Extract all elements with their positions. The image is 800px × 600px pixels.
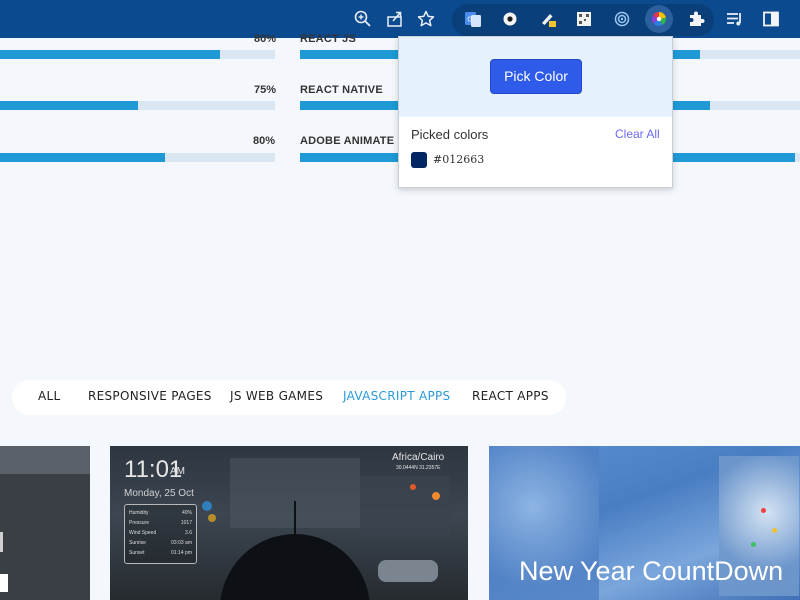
umbrella [220,534,370,600]
picked-color-swatch[interactable] [411,152,427,168]
skill-name: REACT NATIVE [300,84,383,96]
skill-bar-fill [0,50,220,59]
weather-coordinates: 30.0444N 31.2357E [396,465,441,471]
background-building [360,476,450,536]
filter-all[interactable]: ALL [38,389,60,403]
skill-name: REACT JS [300,33,356,45]
stat-label: Sunset [129,550,145,556]
tree-light [761,508,766,513]
stat-value: 03:03 am [171,540,192,546]
weather-stats-panel: Humidity 40% Pressure 1017 Wind Speed 3.6 S… [124,504,197,564]
reading-list-icon[interactable] [724,9,744,29]
stat-label: Pressure [129,520,150,526]
highlighter-extension-icon[interactable] [538,9,558,29]
skill-bar-track [0,101,275,110]
extensions-puzzle-icon[interactable] [686,9,706,29]
project-card-dark[interactable] [0,446,90,600]
project-card-new-year-countdown[interactable]: New Year CountDown [489,446,800,600]
filter-javascript-apps[interactable]: JAVASCRIPT APPS [343,389,450,403]
filter-react-apps[interactable]: REACT APPS [472,389,549,403]
bookmark-star-icon[interactable] [416,9,436,29]
skill-name: ADOBE ANIMATE [300,135,395,147]
bokeh-light [208,514,216,522]
filter-responsive-pages[interactable]: RESPONSIVE PAGES [88,389,212,403]
stat-label: Wind Speed [129,530,157,536]
skill-bar-fill [0,101,138,110]
bokeh-light [202,501,212,511]
weather-location: Africa/Cairo [392,452,445,463]
card-input-edge [0,574,8,592]
record-extension-icon[interactable] [500,9,520,29]
stat-row: Wind Speed 3.6 [129,528,192,538]
stat-value: 3.6 [185,530,192,536]
browser-toolbar: G [0,0,800,38]
stat-row: Pressure 1017 [129,518,192,528]
zoom-icon[interactable] [353,9,373,29]
tree-light [772,528,777,533]
target-extension-icon[interactable] [612,9,632,29]
google-translate-extension-icon[interactable]: G [463,9,483,29]
umbrella-tip [294,501,296,535]
traffic-light [410,484,416,490]
skill-percent: 75% [254,84,277,96]
tree-light [751,542,756,547]
svg-text:G: G [467,16,472,24]
pick-color-button[interactable]: Pick Color [490,59,582,94]
skill-bar-fill [0,153,165,162]
stat-value: 01:14 pm [171,550,192,556]
weather-date: Monday, 25 Oct [124,488,194,499]
stat-value: 1017 [180,520,192,526]
share-icon[interactable] [385,9,405,29]
portfolio-filter-nav: ALL RESPONSIVE PAGES JS WEB GAMES JAVASC… [12,380,566,415]
picked-color-hex[interactable]: #012663 [433,153,484,166]
color-picker-extension-icon[interactable] [649,9,669,29]
color-picker-popup: Pick Color Picked colors Clear All #0126… [398,36,673,188]
project-card-weather-app[interactable]: 11:01 AM Monday, 25 Oct Africa/Cairo 30.… [110,446,468,600]
stat-row: Sunrise 03:03 am [129,538,192,548]
skill-percent: 80% [254,33,277,45]
picked-colors-title: Picked colors [411,127,489,142]
qr-code-extension-icon[interactable] [574,9,594,29]
skill-percent: 80% [253,135,276,147]
filter-js-web-games[interactable]: JS WEB GAMES [230,389,323,403]
countdown-title: New Year CountDown [519,556,784,586]
card-text-edge [0,532,3,552]
stat-row: Humidity 40% [129,508,192,518]
side-panel-icon[interactable] [761,9,781,29]
skill-bar-track [0,153,275,162]
car [378,560,438,582]
stat-row: Sunset 01:14 pm [129,548,192,558]
weather-ampm: AM [170,466,185,477]
clear-all-link[interactable]: Clear All [615,127,660,141]
card-header [0,446,90,474]
traffic-light [432,492,440,500]
stat-label: Sunrise [129,540,146,546]
stat-value: 40% [181,510,192,516]
stat-label: Humidity [129,510,149,516]
skill-bar-track [0,50,275,59]
